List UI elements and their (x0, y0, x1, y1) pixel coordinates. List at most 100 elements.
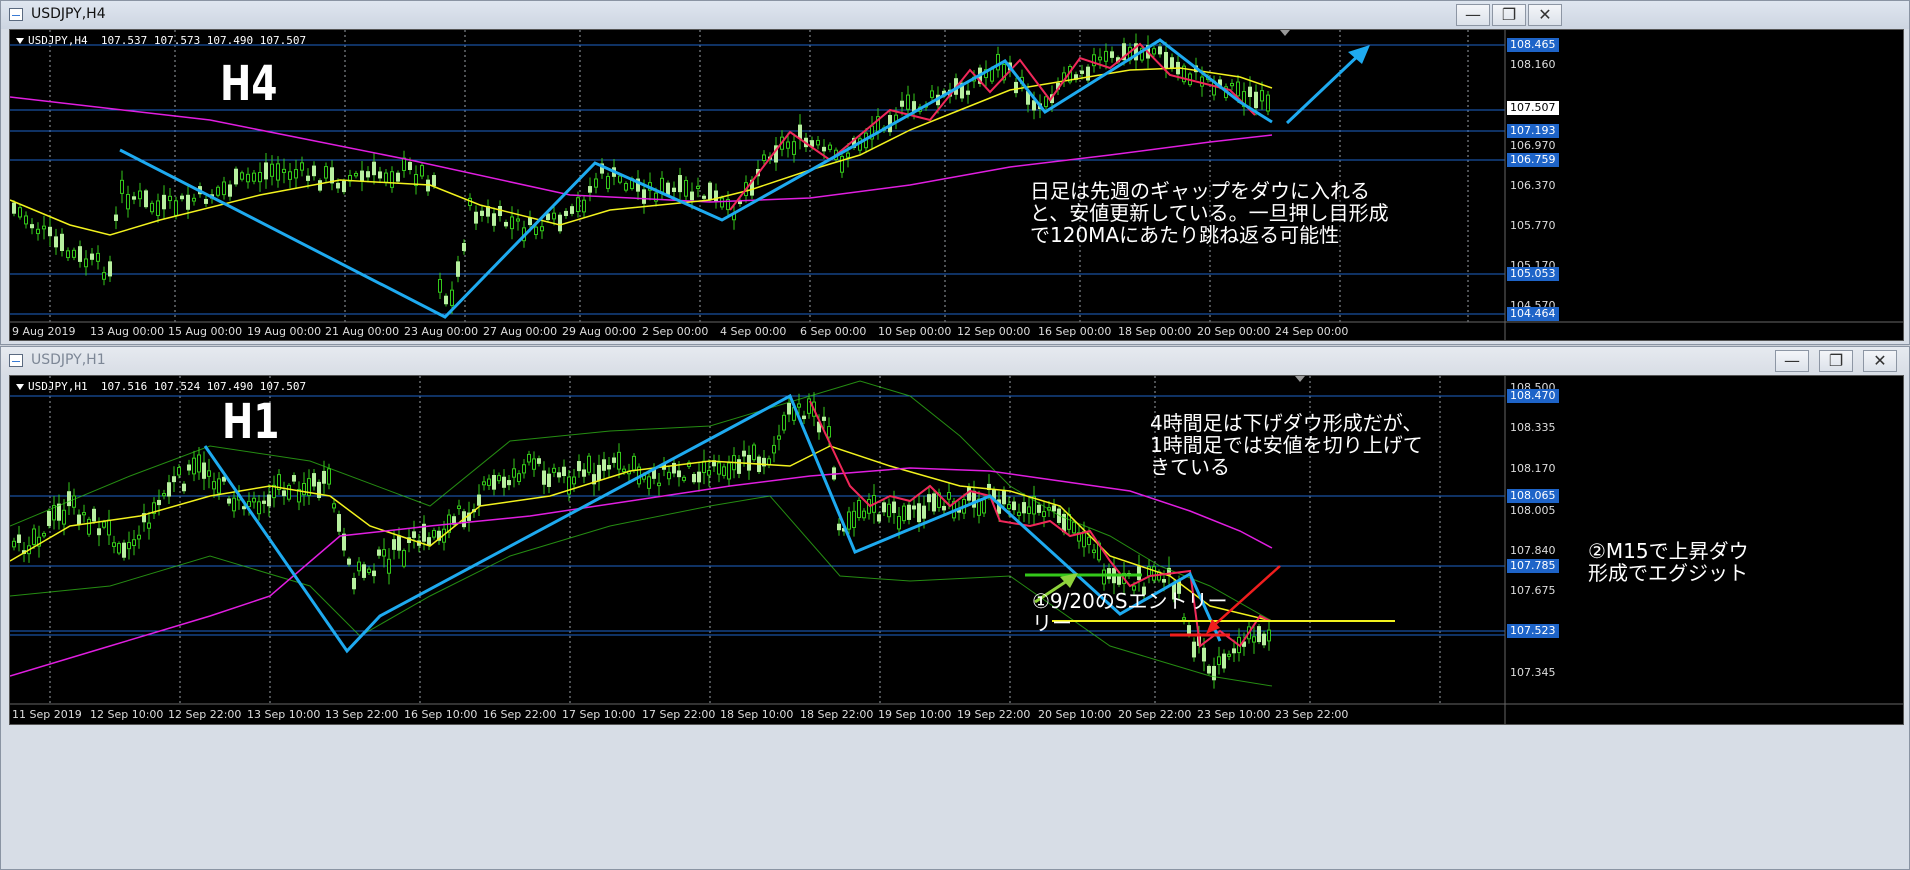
h1-candle (112, 542, 116, 547)
h1-price-label: 108.170 (1510, 462, 1556, 475)
h4-time-label: 19 Aug 00:00 (247, 325, 322, 338)
h4-candle (186, 194, 190, 210)
h1-candle (582, 469, 586, 477)
h1-candle (802, 415, 806, 420)
entry-note: ①9/20のSエントリー リー (1032, 589, 1228, 635)
h1-candle (252, 497, 256, 503)
restore-button[interactable]: ❐ (1492, 4, 1526, 26)
h4-candle (642, 189, 646, 204)
h1-candle (572, 476, 576, 485)
h1-chart-area[interactable]: USDJPY,H1 107.516 107.524 107.490 107.50… (9, 375, 1904, 725)
h1-candle (337, 514, 341, 532)
close-button[interactable]: ✕ (1863, 350, 1897, 372)
h1-titlebar[interactable]: USDJPY,H1 — ❐ ✕ (1, 347, 1909, 375)
close-button[interactable]: ✕ (1528, 4, 1562, 26)
minimize-button[interactable]: — (1775, 350, 1809, 372)
h4-price-label: 107.193 (1507, 124, 1559, 138)
h1-candle (587, 455, 591, 473)
h1-candle (92, 508, 96, 522)
h4-time-label: 21 Aug 00:00 (325, 325, 400, 338)
h1-candle (322, 470, 326, 484)
h1-candle (887, 503, 891, 518)
h4-candle (816, 139, 820, 146)
h4-candle (264, 162, 268, 180)
h1-candle (232, 497, 236, 512)
h1-candle (397, 535, 401, 551)
h4-candle (1152, 48, 1156, 55)
h1-candle (372, 570, 376, 577)
h1-candle (172, 476, 176, 483)
h4-candle (516, 218, 520, 222)
h4-candle (312, 165, 316, 177)
h4-candle (306, 175, 310, 181)
h4-candle (420, 165, 424, 177)
h1-candle (892, 501, 896, 514)
h1-candle (512, 468, 516, 478)
h4-candle (492, 213, 496, 226)
h1-candle (107, 519, 111, 536)
h1-candle (972, 490, 976, 508)
h4-candle (996, 53, 1000, 71)
h1-time-label: 23 Sep 10:00 (1197, 708, 1271, 721)
h1-candle (487, 478, 491, 486)
h4-candle (138, 190, 142, 200)
h1-candle (1257, 626, 1261, 643)
h4-candle (660, 177, 664, 193)
h4-candle (672, 187, 676, 192)
h1-candle (857, 499, 861, 519)
h1-candle (537, 458, 541, 464)
h4-candle (408, 161, 412, 171)
h1-candle (1102, 569, 1106, 585)
h1-candle (507, 480, 511, 486)
h4-time-label: 6 Sep 00:00 (800, 325, 867, 338)
h4-header-text: USDJPY,H4 107.537 107.573 107.490 107.50… (28, 34, 307, 47)
h1-time-label: 13 Sep 10:00 (247, 708, 321, 721)
h4-candle (54, 236, 58, 248)
h1-candle (432, 529, 436, 538)
h1-price-label: 108.470 (1507, 389, 1559, 403)
dropdown-icon[interactable] (16, 38, 24, 44)
h4-candle (720, 197, 724, 208)
h1-candle (1232, 648, 1236, 654)
chart-window-icon (9, 8, 23, 21)
h4-candle (576, 197, 580, 213)
h1-candle (347, 558, 351, 565)
h1-candle (1037, 504, 1041, 513)
h1-candle (852, 510, 856, 528)
h1-candle (162, 493, 166, 497)
h4-candle (222, 181, 226, 196)
h1-candle (557, 472, 561, 478)
h4-candle (168, 195, 172, 202)
minimize-button[interactable]: — (1456, 4, 1490, 26)
h1-candle (217, 478, 221, 494)
h4-candle (606, 175, 610, 189)
h4-titlebar[interactable]: USDJPY,H4 — ❐ ✕ (1, 1, 1909, 29)
dropdown-icon[interactable] (16, 384, 24, 390)
h4-candle (930, 90, 934, 98)
restore-button[interactable]: ❐ (1819, 350, 1853, 372)
h1-candle (697, 471, 701, 483)
h4-candle (840, 155, 844, 173)
h1-candle (532, 458, 536, 470)
h1-time-label: 12 Sep 22:00 (168, 708, 242, 721)
h1-candle (242, 506, 246, 510)
h1-candle (882, 502, 886, 513)
h1-candle (1212, 665, 1216, 681)
h4-candle (906, 94, 910, 110)
h4-chart-area[interactable]: USDJPY,H4 107.537 107.573 107.490 107.50… (9, 29, 1904, 341)
h4-candle (480, 210, 484, 216)
h4-candle (402, 157, 406, 171)
h1-candle (17, 534, 21, 543)
h1-candle (542, 470, 546, 485)
h4-candle (300, 162, 304, 171)
h1-candle (797, 403, 801, 408)
h1-candle (917, 503, 921, 523)
h4-candle (372, 161, 376, 176)
h4-candle (438, 279, 442, 293)
h1-candle (352, 577, 356, 590)
h4-candle (204, 198, 208, 204)
h1-symbol-header: USDJPY,H1 107.516 107.524 107.490 107.50… (16, 380, 306, 393)
h4-window-title: USDJPY,H4 (31, 6, 106, 22)
h4-time-label: 12 Sep 00:00 (957, 325, 1031, 338)
h4-candle (1104, 50, 1108, 62)
